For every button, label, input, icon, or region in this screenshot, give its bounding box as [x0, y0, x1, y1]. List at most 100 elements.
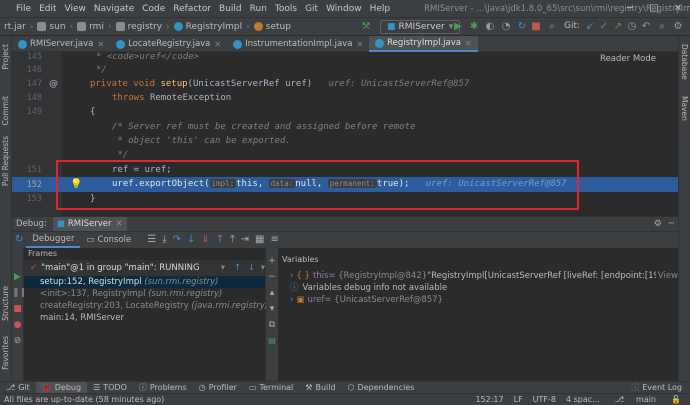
trace-icon[interactable]: ≡ [270, 232, 278, 248]
profile-icon[interactable]: ◔ [500, 21, 512, 33]
line-separator[interactable]: LF [509, 395, 528, 404]
maximize-icon[interactable]: □ [642, 0, 666, 18]
breadcrumb-registry[interactable]: registry [114, 22, 165, 32]
tool-window-database[interactable]: Database [680, 44, 689, 80]
tab-terminal[interactable]: ▭ Terminal [243, 382, 299, 394]
menu-refactor[interactable]: Refactor [169, 4, 215, 14]
chevron-right-icon[interactable]: › [290, 294, 293, 306]
resume-icon[interactable]: ▶ [12, 272, 23, 282]
tab-rmiserver[interactable]: RMIServer.java ✕ [12, 36, 110, 52]
run-config-selector[interactable]: ■ RMIServer ▾ [380, 20, 461, 34]
drop-frame-icon[interactable]: ⤒ [230, 232, 234, 248]
debug-icon[interactable]: ✱ [468, 21, 480, 33]
tab-debug[interactable]: 🐞 Debug [35, 381, 88, 394]
watches-icon[interactable]: ▤ [266, 336, 278, 345]
git-branch[interactable]: ⎇ main [605, 395, 666, 404]
close-icon[interactable]: ✕ [465, 39, 472, 48]
stack-frame[interactable]: <init>:137, RegistryImpl (sun.rmi.regist… [24, 288, 265, 300]
view-link[interactable]: View [658, 270, 678, 282]
close-icon[interactable]: ✕ [97, 40, 104, 49]
menu-navigate[interactable]: Navigate [90, 4, 138, 14]
step-into-icon[interactable]: ↓ [187, 232, 195, 248]
breadcrumb-sun[interactable]: sun [35, 22, 67, 32]
stop-icon[interactable]: ■ [530, 21, 542, 33]
reader-mode-toggle[interactable]: Reader Mode [600, 54, 656, 64]
variable-row[interactable]: › ▣ uref = {UnicastServerRef@857} [278, 294, 678, 306]
tab-dependencies[interactable]: ⬡ Dependencies [342, 382, 421, 394]
menu-window[interactable]: Window [322, 4, 366, 14]
tab-locateregistry[interactable]: LocateRegistry.java ✕ [110, 36, 227, 52]
minimize-icon[interactable]: ─ [618, 0, 642, 18]
evaluate-expression-icon[interactable]: ▦ [255, 232, 264, 248]
rollback-icon[interactable]: ↶ [640, 21, 652, 33]
tab-git[interactable]: ⎇ Git [0, 382, 36, 394]
show-execution-point-icon[interactable]: ⤓ [162, 232, 166, 248]
breadcrumb-class[interactable]: RegistryImpl [172, 22, 244, 32]
tool-window-commit[interactable]: Commit [1, 96, 10, 125]
variable-row[interactable]: › { } this = {RegistryImpl@842} "Registr… [278, 270, 678, 282]
gear-icon[interactable]: ⚙ [654, 219, 662, 229]
view-breakpoints-icon[interactable]: ● [12, 320, 23, 330]
tool-window-favorites[interactable]: Favorites [1, 336, 10, 370]
thread-selector[interactable]: ✓ "main"@1 in group "main": RUNNING ▾ ↑ … [24, 260, 265, 276]
git-push-icon[interactable]: ↗ [612, 21, 624, 33]
arrow-up-icon[interactable]: ↑ [234, 260, 241, 276]
stack-frame[interactable]: setup:152, RegistryImpl (sun.rmi.registr… [24, 276, 265, 288]
tab-event-log[interactable]: ⓘ Event Log [625, 382, 688, 394]
rerun-icon[interactable]: ↻ [15, 232, 23, 248]
tool-window-project[interactable]: Project [1, 44, 10, 70]
menu-run[interactable]: Run [246, 4, 271, 14]
cursor-position[interactable]: 152:17 [470, 395, 508, 404]
filter-icon[interactable]: ▾ [261, 260, 265, 276]
run-icon[interactable]: ▶ [452, 21, 464, 33]
lock-icon[interactable]: 🔓 [666, 395, 686, 404]
move-up-icon[interactable]: ▴ [266, 288, 278, 298]
breadcrumb-jar[interactable]: rt.jar [0, 22, 28, 32]
menu-tools[interactable]: Tools [271, 4, 301, 14]
tab-build[interactable]: ⚒ Build [299, 382, 341, 394]
menu-file[interactable]: File [12, 4, 35, 14]
hammer-icon[interactable]: ⚒ [360, 21, 372, 33]
tool-window-pull-requests[interactable]: Pull Requests [1, 136, 10, 186]
coverage-icon[interactable]: ◐ [484, 21, 496, 33]
debug-session-tab[interactable]: ■ RMIServer ✕ [52, 217, 127, 231]
tab-console[interactable]: ▭ Console [80, 232, 137, 248]
menu-edit[interactable]: Edit [35, 4, 60, 14]
git-update-icon[interactable]: ↙ [584, 21, 596, 33]
close-icon[interactable]: ✕ [214, 40, 221, 49]
arrow-down-icon[interactable]: ↓ [248, 260, 255, 276]
menu-build[interactable]: Build [215, 4, 246, 14]
tab-problems[interactable]: ⓘ Problems [133, 382, 193, 394]
step-over-icon[interactable]: ↷ [173, 232, 181, 248]
close-icon[interactable]: ✕ [356, 40, 363, 49]
breadcrumb-method[interactable]: setup [252, 22, 293, 32]
tool-window-maven[interactable]: Maven [680, 96, 689, 121]
copy-icon[interactable]: ⧉ [266, 320, 278, 330]
add-watch-icon[interactable]: + [266, 256, 278, 266]
settings-icon[interactable]: ⚙ [672, 21, 684, 33]
stack-frame[interactable]: createRegistry:203, LocateRegistry (java… [24, 300, 268, 312]
tab-profiler[interactable]: ◷ Profiler [193, 382, 243, 394]
remove-watch-icon[interactable]: − [266, 272, 278, 282]
close-icon[interactable]: ✕ [115, 219, 122, 229]
pause-icon[interactable]: ❚❚ [12, 288, 27, 298]
stop-icon[interactable]: ■ [12, 304, 23, 314]
git-commit-icon[interactable]: ✓ [598, 21, 610, 33]
move-down-icon[interactable]: ▾ [266, 304, 278, 314]
search-icon[interactable]: ⌕ [546, 21, 558, 33]
step-out-icon[interactable]: ↑ [216, 232, 224, 248]
rerun-icon[interactable]: ↻ [516, 21, 528, 33]
menu-git[interactable]: Git [301, 4, 322, 14]
tab-todo[interactable]: ☰ TODO [87, 382, 133, 394]
search-everywhere-icon[interactable]: ⌕ [656, 21, 668, 33]
tab-instrumentationimpl[interactable]: InstrumentationImpl.java ✕ [227, 36, 369, 52]
code-editor[interactable]: Reader Mode 145 146 147 148 149 151 152 … [12, 52, 678, 216]
history-icon[interactable]: ◷ [626, 21, 638, 33]
tab-registryimpl[interactable]: RegistryImpl.java ✕ [369, 36, 478, 52]
menu-view[interactable]: View [61, 4, 90, 14]
stack-frame[interactable]: main:14, RMIServer [24, 312, 265, 324]
force-step-into-icon[interactable]: ⇓ [201, 232, 209, 248]
breadcrumb-rmi[interactable]: rmi [75, 22, 106, 32]
chevron-right-icon[interactable]: › [290, 270, 293, 282]
run-to-cursor-icon[interactable]: ⇥ [241, 232, 249, 248]
